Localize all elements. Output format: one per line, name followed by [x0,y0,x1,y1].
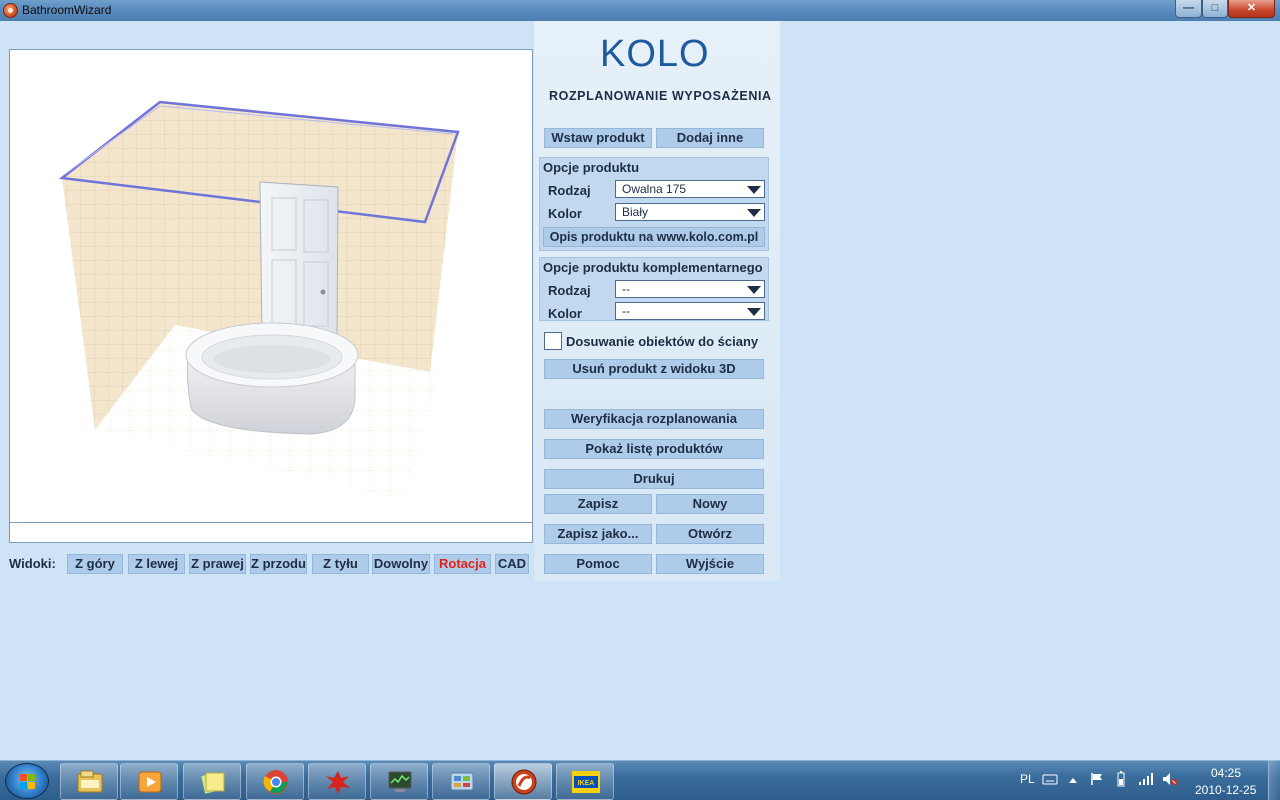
monitor-icon [388,771,412,792]
view-rotation-button[interactable]: Rotacja [434,554,491,574]
paint-splash-icon [326,771,350,794]
verify-layout-button[interactable]: Weryfikacja rozplanowania [544,409,764,429]
chevron-down-icon [747,186,761,194]
product-type-label: Rodzaj [548,183,591,198]
save-button[interactable]: Zapisz [544,494,652,514]
sticky-notes-icon [201,772,225,794]
complementary-type-select[interactable]: -- [615,280,765,298]
taskbar-bathroom-wizard[interactable] [494,763,552,800]
show-desktop-button[interactable] [1268,760,1280,800]
window-title: BathroomWizard [22,3,112,17]
action-center-flag-icon[interactable] [1090,772,1104,786]
view-right-button[interactable]: Z prawej [189,554,246,574]
product-type-value: Owalna 175 [622,182,687,196]
title-bar: BathroomWizard — □ ✕ [0,0,1280,21]
complementary-color-select[interactable]: -- [615,302,765,320]
product-color-label: Kolor [548,206,582,221]
chevron-down-icon [747,308,761,316]
chevron-up-icon[interactable] [1068,776,1078,784]
add-other-button[interactable]: Dodaj inne [656,128,764,148]
view-free-button[interactable]: Dowolny [372,554,430,574]
viewport-status-bar [9,523,533,543]
taskbar-ikea-planner[interactable]: IKEA [556,763,614,800]
control-panel-icon [450,772,474,791]
bathtub [185,322,359,435]
snap-to-wall-label: Dosuwanie obiektów do ściany [566,334,759,349]
complementary-options-title: Opcje produktu komplementarnego [543,260,763,275]
app-icon [3,3,18,18]
product-type-select[interactable]: Owalna 175 [615,180,765,198]
room-3d-scene [58,100,460,500]
insert-product-button[interactable]: Wstaw produkt [544,128,652,148]
folder-icon [77,770,103,793]
remove-from-3d-button[interactable]: Usuń produkt z widoku 3D [544,359,764,379]
battery-icon[interactable] [1116,771,1126,787]
chevron-down-icon [747,209,761,217]
start-button[interactable] [5,763,49,799]
open-button[interactable]: Otwórz [656,524,764,544]
language-indicator[interactable]: PL [1020,772,1035,786]
media-player-icon [138,771,162,793]
view-cad-button[interactable]: CAD [495,554,529,574]
taskbar-chrome[interactable] [246,763,304,800]
app-area: KOLO ROZPLANOWANIE WYPOSAŻENIA Wstaw pro… [0,21,1280,760]
panel-subtitle: ROZPLANOWANIE WYPOSAŻENIA [549,89,772,103]
view-front-button[interactable]: Z przodu [250,554,307,574]
bathroom-wizard-icon [511,769,537,795]
taskbar-task-manager[interactable] [370,763,428,800]
product-color-value: Biały [622,205,649,219]
3d-viewport[interactable] [9,49,533,523]
complementary-type-label: Rodzaj [548,283,591,298]
close-button[interactable]: ✕ [1228,0,1275,18]
taskbar-control-panel[interactable] [432,763,490,800]
chevron-down-icon [747,286,761,294]
show-product-list-button[interactable]: Pokaż listę produktów [544,439,764,459]
view-back-button[interactable]: Z tyłu [312,554,369,574]
taskbar-explorer[interactable] [60,763,118,800]
minimize-button[interactable]: — [1175,0,1202,18]
taskbar-paint-app[interactable] [308,763,366,800]
taskbar: IKEA PL 04:25 2010-12-25 [0,760,1280,800]
volume-muted-icon[interactable] [1162,772,1178,786]
save-as-button[interactable]: Zapisz jako... [544,524,652,544]
door [259,181,339,341]
views-label: Widoki: [9,556,56,571]
complementary-type-value: -- [622,282,630,296]
taskbar-sticky-notes[interactable] [183,763,241,800]
product-color-select[interactable]: Biały [615,203,765,221]
network-signal-icon[interactable] [1138,772,1154,786]
help-button[interactable]: Pomoc [544,554,652,574]
snap-to-wall-checkbox[interactable] [544,332,562,350]
clock-time[interactable]: 04:25 [1211,766,1241,780]
ikea-icon: IKEA [572,771,600,793]
keyboard-icon[interactable] [1042,773,1058,785]
print-button[interactable]: Drukuj [544,469,764,489]
maximize-button[interactable]: □ [1202,0,1228,18]
kolo-logo: KOLO [600,33,710,75]
complementary-color-label: Kolor [548,306,582,321]
taskbar-media-player[interactable] [120,763,178,800]
clock-date[interactable]: 2010-12-25 [1195,783,1256,797]
svg-text:IKEA: IKEA [578,780,595,787]
product-description-button[interactable]: Opis produktu na www.kolo.com.pl [543,227,765,247]
product-options-title: Opcje produktu [543,160,640,175]
view-top-button[interactable]: Z góry [67,554,123,574]
new-button[interactable]: Nowy [656,494,764,514]
view-left-button[interactable]: Z lewej [128,554,185,574]
windows-logo-icon [20,774,36,790]
complementary-color-value: -- [622,304,630,318]
exit-button[interactable]: Wyjście [656,554,764,574]
chrome-icon [263,770,288,794]
